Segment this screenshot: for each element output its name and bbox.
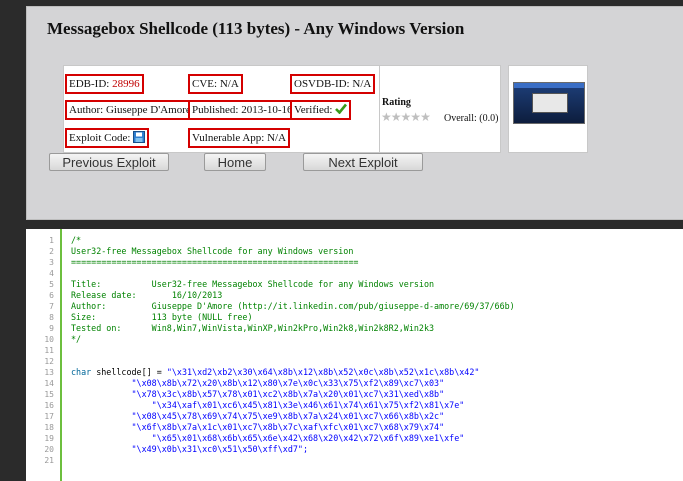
line-number: 10 xyxy=(44,335,54,344)
code-line: "\x6f\x8b\x7a\x1c\x01\xc7\x8b\x7c\xaf\xf… xyxy=(71,422,445,432)
screenshot-thumbnail-box xyxy=(508,65,588,153)
line-number: 6 xyxy=(49,291,54,300)
previous-exploit-button[interactable]: Previous Exploit xyxy=(49,153,169,171)
next-exploit-button[interactable]: Next Exploit xyxy=(303,153,423,171)
author-link[interactable]: Giuseppe D'Amore xyxy=(106,104,191,116)
line-number: 9 xyxy=(49,324,54,333)
line-number-gutter: 1 2 3 4 5 6 7 8 9 10 11 12 13 14 15 16 17 18 19 20 21 xyxy=(26,229,56,481)
code-line: Release date: 16/10/2013 xyxy=(71,290,223,300)
line-number: 21 xyxy=(44,456,54,465)
vulnerable-app-label: Vulnerable App: xyxy=(192,132,268,144)
osvdb-field: OSVDB-ID: N/A xyxy=(290,74,376,94)
vulnerable-app-value: N/A xyxy=(267,132,287,144)
published-field: Published: 2013-10-16 xyxy=(188,100,297,120)
line-number: 20 xyxy=(44,445,54,454)
rating-box: Rating ★★★★★ Overall: (0.0) xyxy=(379,65,501,153)
osvdb-label: OSVDB-ID: xyxy=(294,78,353,90)
screenshot-thumbnail[interactable] xyxy=(513,82,585,124)
exploit-header-panel: Messagebox Shellcode (113 bytes) - Any W… xyxy=(26,6,683,220)
cve-value: N/A xyxy=(219,78,239,90)
code-line: "\x08\x8b\x72\x20\x8b\x12\x80\x7e\x0c\x3… xyxy=(71,378,445,388)
cve-field: CVE: N/A xyxy=(188,74,243,94)
vulnerable-app-field: Vulnerable App: N/A xyxy=(188,128,291,148)
code-line: /* xyxy=(71,235,82,245)
line-number: 3 xyxy=(49,258,54,267)
gutter-divider xyxy=(60,229,62,481)
line-number: 14 xyxy=(44,379,54,388)
edb-id-label: EDB-ID: xyxy=(69,78,113,90)
code-keyword: char xyxy=(71,367,92,377)
code-line: "\x78\x3c\x8b\x57\x78\x01\xc2\x8b\x7a\x2… xyxy=(71,389,445,399)
code-line: Size: 113 byte (NULL free) xyxy=(71,312,253,322)
line-number: 2 xyxy=(49,247,54,256)
line-number: 12 xyxy=(44,357,54,366)
exploit-info-box: EDB-ID: 28996 CVE: N/A OSVDB-ID: N/A Aut… xyxy=(63,65,401,153)
star-icon[interactable]: ★ xyxy=(391,110,402,124)
published-value: 2013-10-16 xyxy=(241,104,293,116)
line-number: 15 xyxy=(44,390,54,399)
code-line: Author: Giuseppe D'Amore (http://it.link… xyxy=(71,301,515,311)
code-string: "\x31\xd2\xb2\x30\x64\x8b\x12\x8b\x52\x0… xyxy=(166,367,480,377)
code-line: User32-free Messagebox Shellcode for any… xyxy=(71,246,354,256)
rating-title: Rating xyxy=(382,97,411,108)
thumbnail-taskbar xyxy=(514,83,584,88)
code-line: Tested on: Win8,Win7,WinVista,WinXP,Win2… xyxy=(71,323,435,333)
edb-id-field: EDB-ID: 28996 xyxy=(65,74,144,94)
line-number: 5 xyxy=(49,280,54,289)
code-line: Title: User32-free Messagebox Shellcode … xyxy=(71,279,435,289)
published-label: Published: xyxy=(192,104,242,116)
line-number: 11 xyxy=(44,346,54,355)
line-number: 16 xyxy=(44,401,54,410)
exploit-code-field: Exploit Code: xyxy=(65,128,150,148)
download-icon[interactable] xyxy=(133,131,146,143)
code-line: "\x08\x45\x78\x69\x74\x75\xe9\x8b\x7a\x2… xyxy=(71,411,445,421)
checkmark-icon xyxy=(335,103,348,115)
code-line: */ xyxy=(71,334,82,344)
osvdb-value: N/A xyxy=(352,78,372,90)
thumbnail-messagebox xyxy=(532,93,568,113)
line-number: 17 xyxy=(44,412,54,421)
line-number: 19 xyxy=(44,434,54,443)
star-icon[interactable]: ★ xyxy=(410,110,421,124)
exploit-code-label: Exploit Code: xyxy=(69,132,134,144)
rating-stars[interactable]: ★★★★★ xyxy=(381,110,431,125)
code-panel: 1 2 3 4 5 6 7 8 9 10 11 12 13 14 15 16 17 18 19 20 21 /* User… xyxy=(26,229,683,481)
line-number: 8 xyxy=(49,313,54,322)
home-button[interactable]: Home xyxy=(204,153,266,171)
star-icon[interactable]: ★ xyxy=(381,110,392,124)
line-number: 13 xyxy=(44,368,54,377)
verified-field: Verified: xyxy=(290,100,352,120)
star-icon[interactable]: ★ xyxy=(420,110,431,124)
line-number: 7 xyxy=(49,302,54,311)
code-view: /* User32-free Messagebox Shellcode for a… xyxy=(71,235,681,466)
rating-overall: Overall: (0.0) xyxy=(444,113,499,124)
code-line: "\x65\x01\x68\x6b\x65\x6e\x42\x68\x20\x4… xyxy=(71,433,465,443)
line-number: 4 xyxy=(49,269,54,278)
star-icon[interactable]: ★ xyxy=(401,110,412,124)
edb-id-link[interactable]: 28996 xyxy=(112,78,140,90)
code-text: shellcode[] = xyxy=(91,367,167,377)
code-line: "\x49\x0b\x31\xc0\x51\x50\xff\xd7"; xyxy=(71,444,308,454)
author-label: Author: xyxy=(69,104,106,116)
cve-label: CVE: xyxy=(192,78,220,90)
line-number: 1 xyxy=(49,236,54,245)
code-line: ========================================… xyxy=(71,257,359,267)
code-line: char shellcode[] = "\x31\xd2\xb2\x30\x64… xyxy=(71,367,681,378)
code-line: "\x34\xaf\x01\xc6\x45\x81\x3e\x46\x61\x7… xyxy=(71,400,465,410)
page-title: Messagebox Shellcode (113 bytes) - Any W… xyxy=(47,19,465,38)
verified-label: Verified: xyxy=(294,104,336,116)
author-field: Author: Giuseppe D'Amore xyxy=(65,100,195,120)
line-number: 18 xyxy=(44,423,54,432)
